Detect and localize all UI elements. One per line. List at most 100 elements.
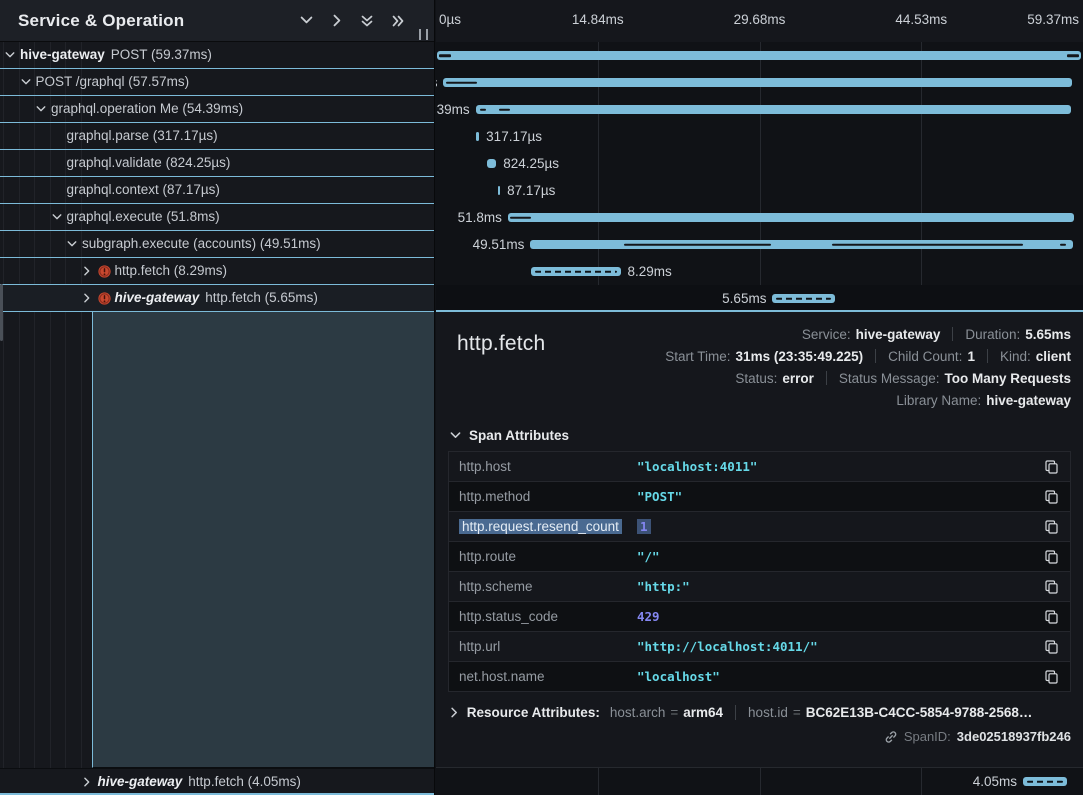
timeline-axis: 0µs14.84ms29.68ms44.53ms59.37ms (436, 0, 1083, 42)
span-detail-header: http.fetch Service:hive-gatewayDuration:… (448, 324, 1071, 412)
attribute-value: 1 (637, 519, 651, 534)
span-duration-bar[interactable] (443, 78, 1072, 87)
tree-row[interactable]: graphql.parse (317.17µs) (0, 123, 434, 150)
timeline-row: 49.51ms (437, 231, 1081, 258)
copy-icon[interactable] (1043, 488, 1060, 506)
service-name: hive-gateway (98, 774, 183, 789)
tree-row[interactable]: hive-gatewayhttp.fetch (4.05ms) (0, 769, 434, 795)
metadata-value: hive-gateway (986, 393, 1071, 408)
timeline-row: 8.29ms (437, 258, 1081, 285)
resource-attributes-title: Resource Attributes: (467, 705, 600, 720)
span-metadata: Service:hive-gatewayDuration:5.65ms Start… (655, 324, 1071, 412)
span-label: http.fetch (8.29ms) (115, 263, 228, 278)
attribute-value: "POST" (637, 489, 682, 504)
timeline-row: 317.17µs (437, 123, 1081, 150)
equals-sign: = (670, 705, 678, 720)
panel-resize-handle[interactable] (419, 29, 428, 40)
tree-row[interactable]: http.fetch (8.29ms) (0, 258, 434, 285)
chevron-right-icon[interactable] (330, 12, 344, 29)
chevron-down-icon[interactable] (5, 42, 20, 68)
tree-header: Service & Operation (0, 0, 434, 42)
duration-label: 5.65ms (722, 285, 772, 312)
service-name: hive-gateway (115, 290, 200, 305)
span-label: graphql.execute (51.8ms) (67, 209, 220, 224)
attribute-value: "localhost:4011" (637, 459, 757, 474)
tree-row[interactable]: graphql.validate (824.25µs) (0, 150, 434, 177)
duration-label: 49.51ms (473, 231, 531, 258)
span-duration-bar[interactable] (508, 213, 1074, 222)
chevron-down-icon[interactable] (67, 231, 82, 257)
resource-value: arm64 (683, 705, 723, 720)
copy-icon[interactable] (1043, 608, 1060, 626)
tree-row[interactable]: graphql.context (87.17µs) (0, 177, 434, 204)
attribute-key: http.request.resend_count (459, 519, 637, 534)
span-label: graphql.context (87.17µs) (67, 182, 220, 197)
copy-icon[interactable] (1043, 458, 1060, 476)
span-attributes-header[interactable]: Span Attributes (450, 428, 1071, 443)
timeline-row: 4.05ms (437, 768, 1081, 795)
attribute-row: http.host"localhost:4011" (449, 452, 1070, 481)
chevron-down-icon[interactable] (36, 96, 51, 122)
timeline-row: 51.8ms (437, 204, 1081, 231)
copy-icon[interactable] (1043, 668, 1060, 686)
copy-icon[interactable] (1043, 578, 1060, 596)
span-tree-panel: Service & Operation hive-gatewayPOST (59… (0, 0, 435, 795)
tree-row[interactable]: graphql.execute (51.8ms) (0, 204, 434, 231)
timeline-rows: 57.57ms54.39ms317.17µs824.25µs87.17µs51.… (437, 42, 1081, 312)
attribute-key: http.route (459, 549, 637, 564)
tree-row[interactable]: graphql.operation Me (54.39ms) (0, 96, 434, 123)
span-duration-bar[interactable] (1023, 777, 1067, 786)
span-duration-bar[interactable] (487, 159, 496, 168)
copy-icon[interactable] (1043, 518, 1060, 536)
attribute-value: 429 (637, 609, 660, 624)
span-duration-bar[interactable] (531, 267, 621, 276)
span-duration-bar[interactable] (772, 294, 834, 303)
copy-icon[interactable] (1043, 638, 1060, 656)
selected-span-detail-area (92, 312, 435, 768)
chevron-right-icon[interactable] (83, 258, 98, 284)
axis-tick-label: 59.37ms (1027, 12, 1079, 27)
indent-spacer (52, 177, 67, 203)
tree-row[interactable]: subgraph.execute (accounts) (49.51ms) (0, 231, 434, 258)
metadata-line: Library Name:hive-gateway (655, 390, 1071, 412)
tree-scrollbar-thumb[interactable] (0, 284, 3, 341)
double-chevron-down-icon[interactable] (359, 13, 375, 29)
error-icon (98, 258, 115, 284)
attribute-value: "http:" (637, 579, 690, 594)
span-duration-bar[interactable] (437, 51, 1081, 60)
equals-sign: = (793, 705, 801, 720)
child-span-marker (480, 108, 486, 111)
span-title: http.fetch (448, 324, 545, 356)
chevron-down-icon[interactable] (298, 13, 315, 27)
child-span-marker (446, 81, 477, 84)
metadata-line: Service:hive-gatewayDuration:5.65ms (655, 324, 1071, 346)
span-label: POST /graphql (57.57ms) (36, 74, 190, 89)
resource-key: host.id (748, 705, 788, 720)
span-duration-bar[interactable] (476, 105, 1072, 114)
chevron-right-icon[interactable] (83, 285, 98, 311)
resource-attributes-values: host.arch=arm64host.id=BC62E13B-C4CC-585… (610, 705, 1033, 720)
span-id-row: SpanID: 3de02518937fb246 (448, 729, 1071, 744)
chevron-down-icon[interactable] (52, 204, 67, 230)
copy-icon[interactable] (1043, 548, 1060, 566)
divider (735, 705, 736, 720)
duration-label: 317.17µs (479, 123, 542, 150)
divider (952, 327, 953, 341)
trace-viewer: Service & Operation hive-gatewayPOST (59… (0, 0, 1083, 795)
span-id-label: SpanID: (904, 729, 951, 744)
link-icon[interactable] (884, 730, 898, 744)
tree-row-bottom[interactable]: hive-gatewayhttp.fetch (4.05ms) (0, 768, 434, 795)
resource-attributes-row[interactable]: Resource Attributes: host.arch = arm64 host… (450, 705, 1071, 720)
child-span-marker (510, 216, 531, 219)
tree-row[interactable]: hive-gatewayhttp.fetch (5.65ms) (0, 285, 434, 312)
resource-key: host.arch (610, 705, 666, 720)
tree-row[interactable]: hive-gatewayPOST (59.37ms) (0, 42, 434, 69)
attribute-value: "/" (637, 549, 660, 564)
chevron-down-icon[interactable] (21, 69, 36, 95)
metadata-label: Status Message: (839, 371, 940, 386)
attribute-row: net.host.name"localhost" (449, 662, 1070, 691)
tree-row[interactable]: POST /graphql (57.57ms) (0, 69, 434, 96)
double-chevron-right-icon[interactable] (390, 13, 406, 29)
chevron-right-icon[interactable] (83, 769, 98, 795)
metadata-label: Start Time: (665, 349, 730, 364)
